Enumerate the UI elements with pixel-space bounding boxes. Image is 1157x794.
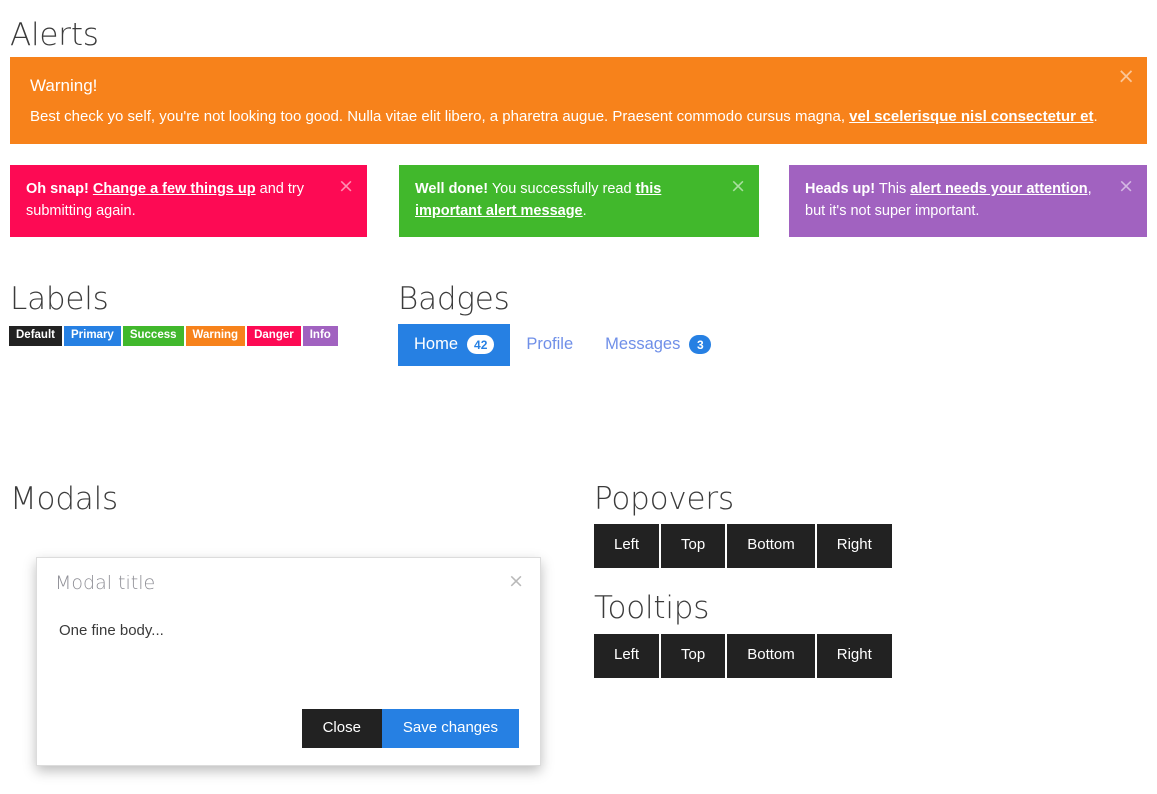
alert-danger-strong: Oh snap!: [26, 181, 89, 197]
labels-row: Default Primary Success Warning Danger Info: [9, 326, 338, 346]
tooltip-left-button[interactable]: Left: [594, 634, 660, 678]
label-badge-info: Info: [302, 326, 338, 346]
nav-pill-profile[interactable]: Profile: [510, 324, 589, 366]
modal-title: Modal title: [55, 572, 156, 594]
alert-success-strong: Well done!: [415, 181, 489, 197]
modal-body: One fine body...: [59, 622, 164, 639]
label-badge-danger: Danger: [247, 326, 301, 346]
alert-info-link[interactable]: alert needs your attention: [910, 181, 1087, 197]
alert-warning-heading: Warning!: [30, 76, 98, 95]
popover-right-button[interactable]: Right: [816, 524, 892, 568]
modal-header: Modal title ×: [37, 558, 540, 614]
close-button[interactable]: Close: [301, 708, 382, 748]
popover-bottom-button[interactable]: Bottom: [727, 524, 815, 568]
alert-warning-body-text: Best check yo self, you're not looking t…: [30, 107, 850, 125]
alert-danger-link[interactable]: Change a few things up: [93, 181, 256, 197]
alert-warning-body: Best check yo self, you're not looking t…: [30, 106, 1127, 128]
alerts-section-title: Alerts: [10, 17, 99, 53]
alert-info-strong: Heads up!: [805, 181, 876, 197]
labels-section-title: Labels: [10, 281, 109, 317]
tooltip-top-button[interactable]: Top: [661, 634, 726, 678]
nav-pill-home[interactable]: Home 42: [398, 324, 511, 366]
alert-warning-link[interactable]: vel scelerisque nisl consectetur et: [849, 108, 1093, 125]
close-icon[interactable]: ×: [338, 177, 354, 196]
nav-pill-label: Home: [414, 335, 459, 353]
tooltip-bottom-button[interactable]: Bottom: [727, 634, 815, 678]
badges-section-title: Badges: [398, 281, 510, 317]
popovers-button-group: Left Top Bottom Right: [594, 524, 892, 568]
page-root: Alerts Warning! Best check yo self, you'…: [0, 0, 1157, 794]
tooltips-section-title: Tooltips: [594, 590, 710, 626]
label-badge-default: Default: [9, 326, 62, 346]
close-icon[interactable]: ×: [508, 572, 524, 591]
label-badge-primary: Primary: [63, 326, 121, 346]
save-changes-button[interactable]: Save changes: [381, 708, 519, 748]
nav-pill-label: Profile: [526, 335, 574, 353]
label-badge-success: Success: [122, 326, 184, 346]
alert-danger: Oh snap! Change a few things up and try …: [10, 165, 367, 237]
popover-left-button[interactable]: Left: [594, 524, 660, 568]
tooltips-button-group: Left Top Bottom Right: [594, 634, 892, 678]
alert-warning-body-tail: .: [1093, 107, 1098, 125]
nav-pill-label: Messages: [605, 335, 681, 353]
badge-count: 3: [689, 335, 712, 354]
alert-success-text-after: .: [582, 202, 587, 219]
modal-footer: Close Save changes: [37, 708, 540, 748]
popovers-section-title: Popovers: [594, 481, 734, 517]
close-icon[interactable]: ×: [730, 177, 746, 196]
close-icon[interactable]: ×: [1118, 177, 1134, 196]
popover-top-button[interactable]: Top: [661, 524, 726, 568]
alert-success-text-before: You successfully read: [488, 181, 636, 197]
alert-warning: Warning! Best check yo self, you're not …: [10, 57, 1147, 144]
modal-dialog: Modal title × One fine body... Close Sav…: [36, 557, 541, 766]
label-badge-warning: Warning: [185, 326, 246, 346]
alert-info-text-before: This: [875, 181, 911, 197]
tooltip-right-button[interactable]: Right: [816, 634, 892, 678]
badge-count: 42: [467, 335, 495, 354]
alert-info: Heads up! This alert needs your attentio…: [789, 165, 1147, 237]
nav-pill-messages[interactable]: Messages 3: [589, 324, 727, 366]
close-icon[interactable]: ×: [1117, 66, 1135, 87]
modals-section-title: Modals: [10, 481, 118, 517]
alert-success: Well done! You successfully read this im…: [399, 165, 759, 237]
badges-nav: Home 42 Profile Messages 3: [398, 324, 727, 366]
